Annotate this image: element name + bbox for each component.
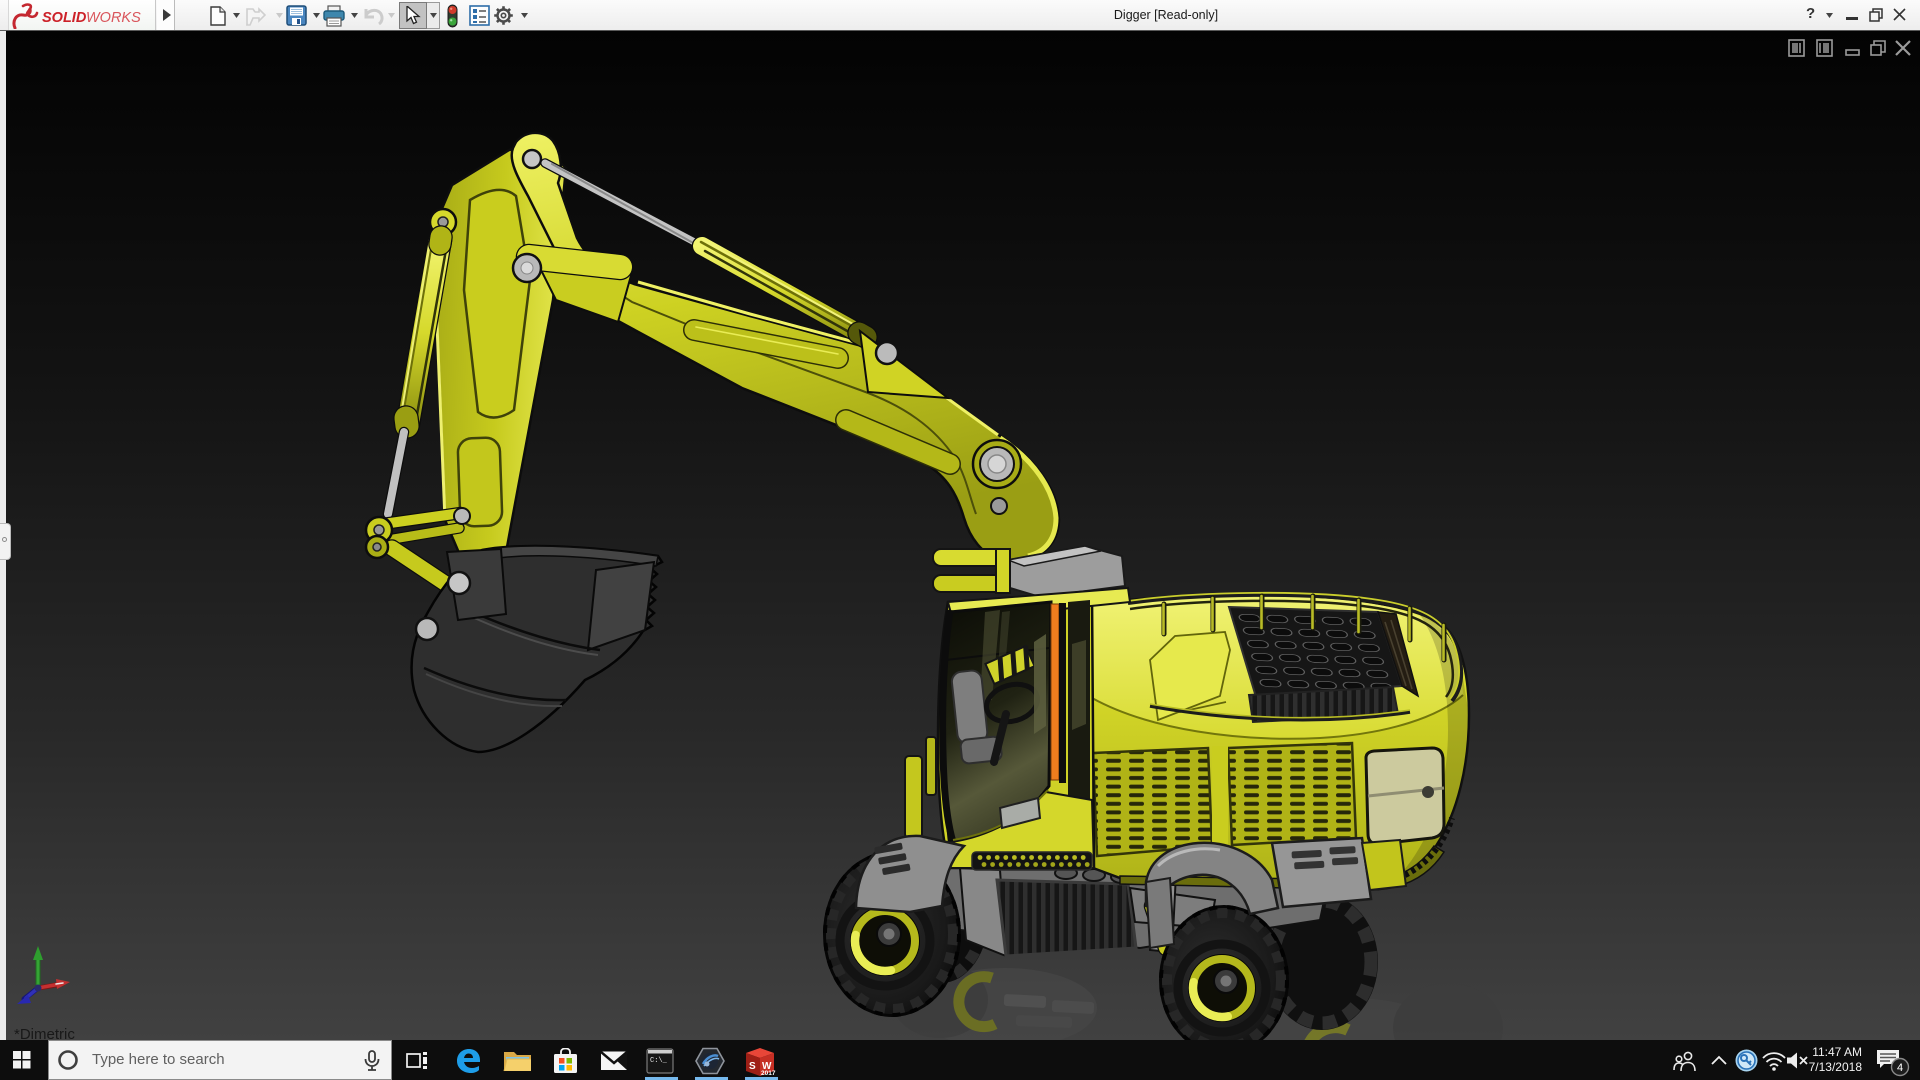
svg-text:SOLID: SOLID	[42, 10, 87, 26]
svg-text:C:\_: C:\_	[650, 1057, 668, 1065]
svg-text:2017: 2017	[761, 1070, 776, 1077]
svg-text:WORKS: WORKS	[86, 10, 141, 26]
svg-text:S: S	[749, 1061, 756, 1072]
svg-text:4: 4	[1897, 1062, 1903, 1074]
